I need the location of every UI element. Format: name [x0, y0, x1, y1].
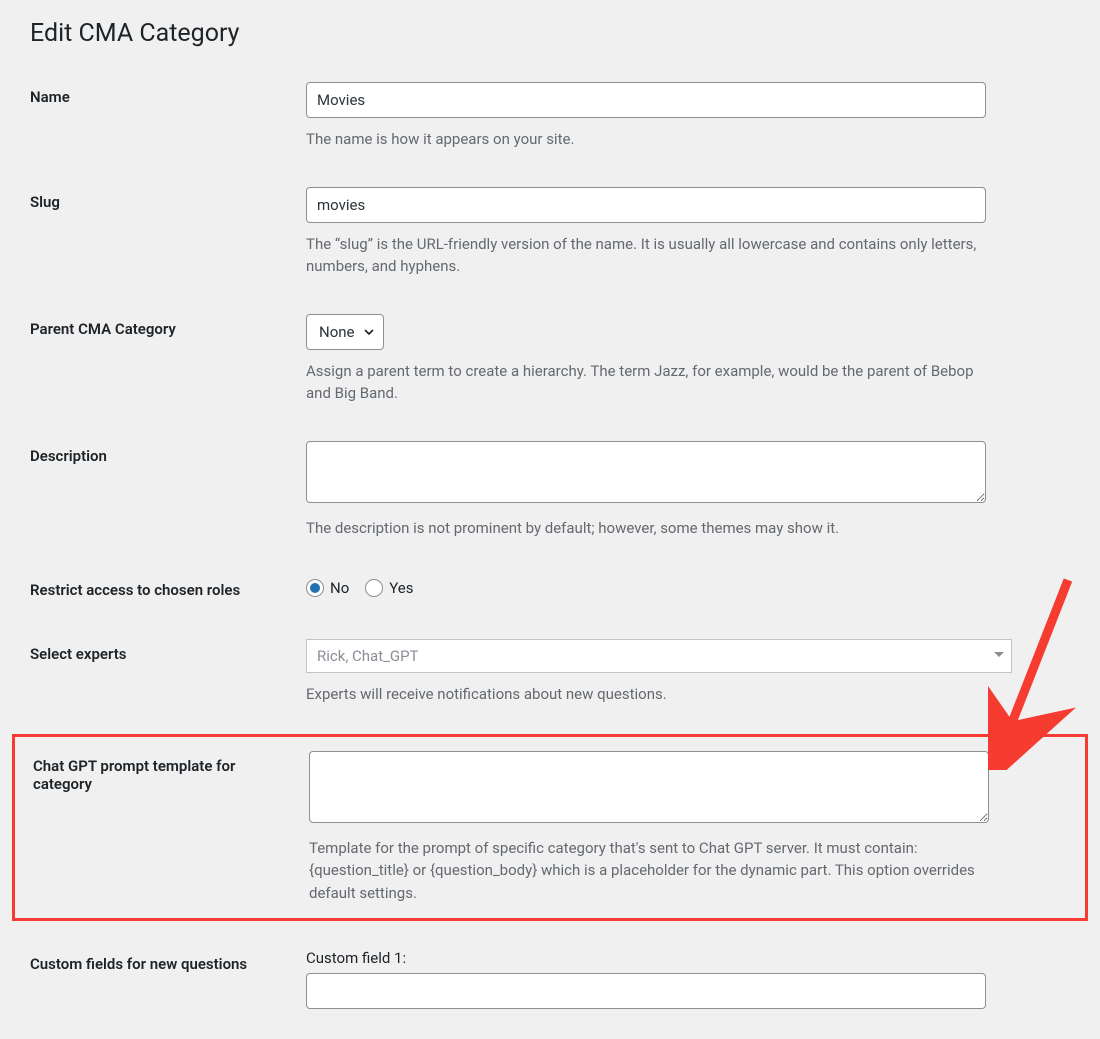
- description-label: Description: [30, 441, 306, 465]
- restrict-row: Restrict access to chosen roles No Yes: [30, 575, 1070, 599]
- name-row: Name The name is how it appears on your …: [30, 82, 1070, 151]
- name-input[interactable]: [306, 82, 986, 118]
- custom-fields-row: Custom fields for new questions Custom f…: [30, 949, 1070, 1009]
- custom-field-1-label: Custom field 1:: [306, 949, 986, 967]
- parent-label: Parent CMA Category: [30, 314, 306, 338]
- prompt-textarea[interactable]: [309, 751, 989, 823]
- description-help: The description is not prominent by defa…: [306, 517, 986, 540]
- parent-select[interactable]: None: [306, 314, 384, 350]
- restrict-radio-yes-label: Yes: [389, 579, 413, 597]
- slug-row: Slug The “slug” is the URL-friendly vers…: [30, 187, 1070, 278]
- experts-select-value: Rick, Chat_GPT: [317, 647, 419, 665]
- custom-field-1-input[interactable]: [306, 973, 986, 1009]
- experts-help: Experts will receive notifications about…: [306, 683, 1016, 706]
- experts-select[interactable]: Rick, Chat_GPT: [306, 639, 1012, 673]
- prompt-row: Chat GPT prompt template for category Te…: [15, 751, 1085, 905]
- slug-help: The “slug” is the URL-friendly version o…: [306, 233, 986, 278]
- prompt-help: Template for the prompt of specific cate…: [309, 837, 989, 905]
- custom-fields-label: Custom fields for new questions: [30, 949, 306, 973]
- page-title: Edit CMA Category: [30, 10, 1070, 52]
- slug-label: Slug: [30, 187, 306, 211]
- slug-input[interactable]: [306, 187, 986, 223]
- experts-label: Select experts: [30, 639, 306, 663]
- prompt-highlight-box: Chat GPT prompt template for category Te…: [12, 734, 1088, 922]
- experts-row: Select experts Rick, Chat_GPT Experts wi…: [30, 639, 1070, 706]
- restrict-radio-yes[interactable]: [365, 579, 383, 597]
- description-textarea[interactable]: [306, 441, 986, 503]
- restrict-radio-no-label: No: [330, 579, 349, 597]
- parent-row: Parent CMA Category None Assign a parent…: [30, 314, 1070, 405]
- prompt-label: Chat GPT prompt template for category: [33, 751, 309, 793]
- parent-help: Assign a parent term to create a hierarc…: [306, 360, 986, 405]
- name-label: Name: [30, 82, 306, 106]
- parent-select-value: None: [319, 323, 355, 341]
- dropdown-arrow-icon: [993, 647, 1005, 665]
- restrict-label: Restrict access to chosen roles: [30, 575, 306, 599]
- restrict-radio-no[interactable]: [306, 579, 324, 597]
- description-row: Description The description is not promi…: [30, 441, 1070, 540]
- name-help: The name is how it appears on your site.: [306, 128, 986, 151]
- chevron-down-icon: [363, 326, 375, 338]
